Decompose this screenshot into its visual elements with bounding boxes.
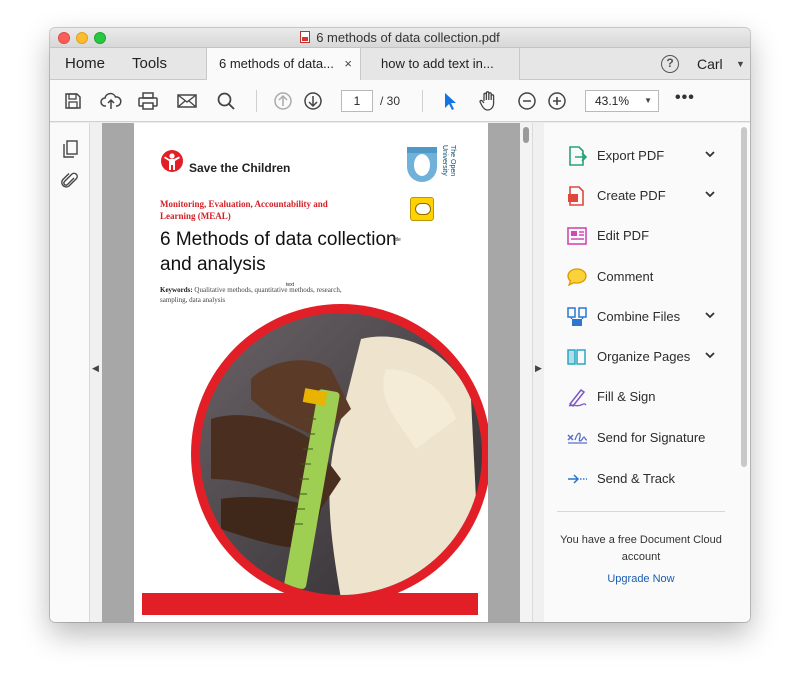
- tab-home[interactable]: Home: [65, 48, 105, 80]
- chevron-down-icon[interactable]: [703, 187, 717, 201]
- send-track-icon: [566, 468, 588, 490]
- scrollbar-thumb[interactable]: [523, 127, 529, 143]
- document-viewer[interactable]: Save the Children The Open University Mo…: [102, 123, 520, 622]
- partner-name: The Open University: [441, 145, 456, 177]
- toolbar-divider: [422, 90, 423, 112]
- document-tab-inactive[interactable]: how to add text in...: [360, 48, 520, 80]
- document-tab-label: how to add text in...: [381, 56, 494, 71]
- toolbar-divider: [256, 90, 257, 112]
- minimize-window-button[interactable]: [76, 32, 88, 44]
- zoom-window-button[interactable]: [94, 32, 106, 44]
- tab-bar: Home Tools 6 methods of data... × how to…: [50, 48, 750, 80]
- app-window: 6 methods of data collection.pdf Home To…: [50, 28, 750, 622]
- tool-label: Fill & Sign: [597, 389, 656, 404]
- organize-pages-icon: [566, 346, 588, 368]
- pdf-file-icon: [300, 31, 311, 43]
- fill-sign-icon: [566, 386, 588, 408]
- close-window-button[interactable]: [58, 32, 70, 44]
- chevron-down-icon[interactable]: ▼: [736, 48, 745, 80]
- tool-label: Comment: [597, 269, 654, 284]
- collapse-right-pane-handle[interactable]: ▶: [532, 123, 544, 622]
- page-thumbnails-icon[interactable]: [60, 139, 80, 159]
- document-cloud-message: You have a free Document Cloud account: [560, 534, 722, 563]
- select-cursor-icon[interactable]: [439, 90, 461, 112]
- export-pdf-icon: [566, 145, 588, 167]
- next-page-icon[interactable]: [302, 90, 324, 112]
- meal-heading: Monitoring, Evaluation, Accountability a…: [160, 199, 328, 221]
- tool-organize-pages[interactable]: Organize Pages: [544, 336, 738, 376]
- tool-create-pdf[interactable]: Create PDF: [544, 175, 738, 215]
- document-title: 6 Methods of data collection and analysi…: [160, 229, 397, 275]
- title-bar: 6 methods of data collection.pdf: [50, 28, 750, 48]
- chevron-down-icon[interactable]: [703, 348, 717, 362]
- tools-pane: Export PDF Create PDF Edit PDF Comment C…: [544, 123, 738, 622]
- tool-comment[interactable]: Comment: [544, 256, 738, 296]
- chevron-left-icon: ◀: [92, 363, 99, 373]
- save-icon[interactable]: [62, 90, 84, 112]
- left-navigation-rail: [50, 123, 90, 622]
- organization-name: Save the Children: [189, 161, 291, 175]
- tool-send-for-signature[interactable]: Send for Signature: [544, 417, 738, 457]
- tool-label: Combine Files: [597, 309, 681, 324]
- tool-label: Send for Signature: [597, 430, 706, 445]
- tool-label: Export PDF: [597, 148, 665, 163]
- edit-pdf-icon: [566, 225, 588, 247]
- page-number-input[interactable]: 1: [341, 90, 373, 112]
- cover-photo: [191, 299, 488, 604]
- window-title: 6 methods of data collection.pdf: [316, 30, 500, 45]
- tab-tools[interactable]: Tools: [132, 48, 167, 80]
- upload-icon[interactable]: [100, 90, 122, 112]
- pdf-page: Save the Children The Open University Mo…: [134, 123, 488, 622]
- panel-divider: [557, 511, 725, 512]
- comment-icon: [566, 266, 588, 288]
- email-icon[interactable]: [176, 90, 198, 112]
- hand-icon[interactable]: [477, 90, 499, 112]
- open-university-logo: [404, 145, 440, 187]
- zoom-level-select[interactable]: 43.1% ▼: [585, 90, 659, 112]
- more-options-icon[interactable]: •••: [675, 89, 695, 107]
- create-pdf-icon: [566, 185, 588, 207]
- chevron-down-icon[interactable]: [703, 147, 717, 161]
- search-icon[interactable]: [215, 90, 237, 112]
- close-tab-icon[interactable]: ×: [344, 48, 352, 80]
- tool-label: Organize Pages: [597, 349, 691, 364]
- comment-note-icon[interactable]: [410, 197, 434, 221]
- scrollbar-thumb[interactable]: [741, 127, 747, 467]
- zoom-out-icon[interactable]: [516, 90, 538, 112]
- help-icon[interactable]: ?: [661, 55, 679, 73]
- user-account-button[interactable]: Carl: [697, 48, 723, 80]
- chevron-down-icon[interactable]: [703, 308, 717, 322]
- print-icon[interactable]: [137, 90, 159, 112]
- tool-combine-files[interactable]: Combine Files: [544, 296, 738, 336]
- zoom-level-value: 43.1%: [595, 94, 630, 108]
- send-signature-icon: [566, 427, 588, 449]
- keywords-label: Keywords:: [160, 286, 193, 294]
- document-scrollbar[interactable]: [520, 123, 532, 622]
- tool-fill-sign[interactable]: Fill & Sign: [544, 376, 738, 416]
- page-total: / 30: [380, 94, 401, 108]
- tool-label: Send & Track: [597, 471, 676, 486]
- text-annotation-mark: text: [286, 282, 295, 288]
- tool-export-pdf[interactable]: Export PDF: [544, 135, 738, 175]
- save-the-children-logo: [160, 149, 184, 175]
- chevron-down-icon: ▼: [644, 96, 652, 105]
- document-tab-active[interactable]: 6 methods of data... ×: [206, 48, 360, 80]
- document-tab-label: 6 methods of data...: [219, 56, 334, 71]
- tools-pane-scrollbar[interactable]: [738, 123, 750, 622]
- collapse-left-pane-handle[interactable]: ◀: [90, 123, 102, 622]
- tool-send-track[interactable]: Send & Track: [544, 458, 738, 498]
- main-toolbar: 1 / 30 43.1% ▼ •••: [50, 80, 750, 122]
- prev-page-icon[interactable]: [272, 90, 294, 112]
- combine-files-icon: [566, 306, 588, 328]
- chevron-right-icon: ▶: [535, 363, 542, 373]
- title-annotation-mark: title: [393, 237, 401, 243]
- attachments-icon[interactable]: [60, 171, 80, 191]
- tool-label: Create PDF: [597, 188, 666, 203]
- tool-label: Edit PDF: [597, 228, 650, 243]
- tool-edit-pdf[interactable]: Edit PDF: [544, 215, 738, 255]
- upgrade-now-link[interactable]: Upgrade Now: [556, 573, 726, 585]
- zoom-in-icon[interactable]: [546, 90, 568, 112]
